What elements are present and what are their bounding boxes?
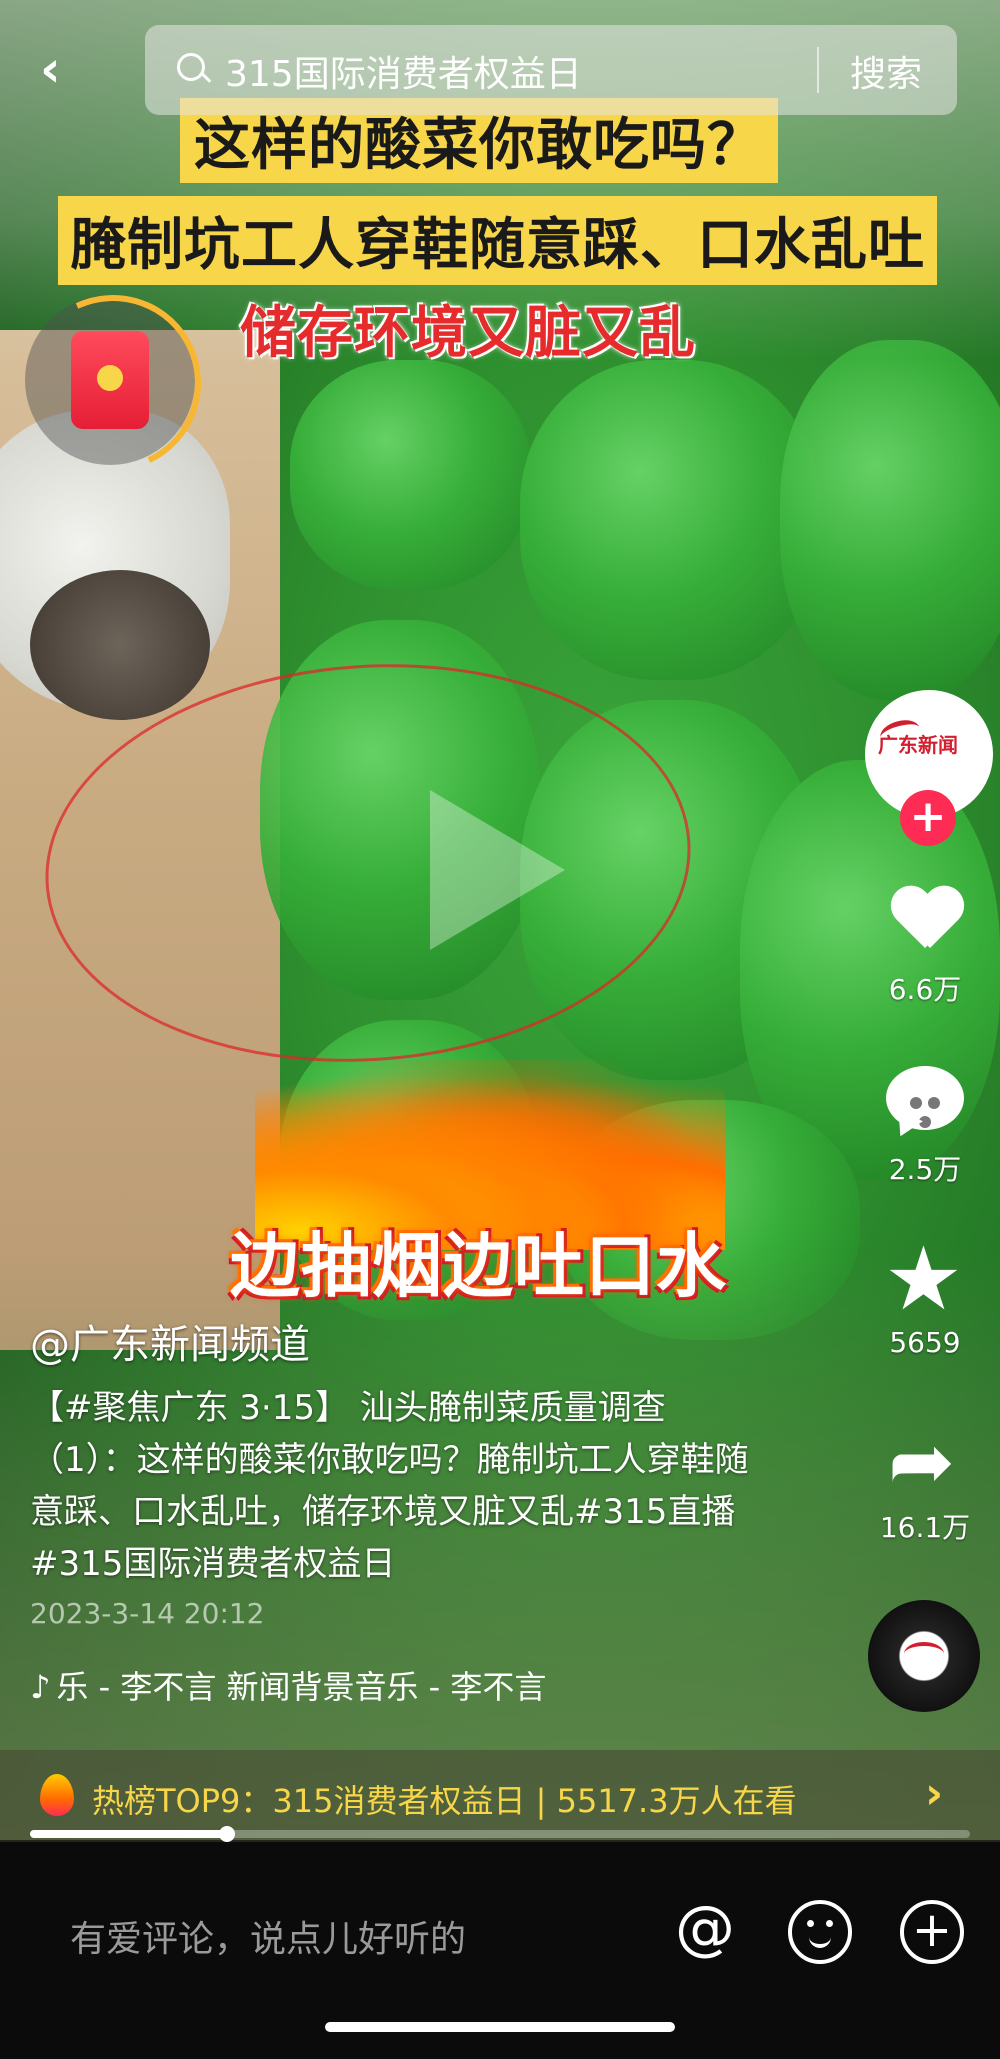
follow-button[interactable]: +: [900, 790, 956, 846]
caption-line-2: 腌制坑工人穿鞋随意踩、口水乱吐: [58, 196, 937, 285]
video-leaf: [780, 340, 1000, 700]
comment-icon: [886, 1066, 964, 1130]
comment-count: 2.5万: [888, 1153, 962, 1186]
heart-icon: [890, 888, 960, 950]
fire-icon: [40, 1774, 74, 1816]
play-icon[interactable]: [430, 790, 565, 950]
video-leaf: [520, 360, 820, 680]
like-count: 6.6万: [888, 973, 962, 1006]
search-button[interactable]: 搜索: [850, 45, 922, 97]
star-icon: ★: [884, 1227, 963, 1330]
music-note-icon: ♪: [30, 1668, 51, 1706]
emoji-icon[interactable]: [788, 1900, 852, 1964]
video-shoe: [30, 570, 210, 720]
red-packet-coin: [97, 365, 123, 391]
comment-button[interactable]: 2.5万: [860, 1060, 990, 1188]
share-icon: ➦: [888, 1415, 956, 1508]
music-disc-icon[interactable]: [868, 1600, 980, 1712]
creator-handle[interactable]: @广东新闻频道: [30, 1312, 310, 1370]
favorite-button[interactable]: ★ 5659: [860, 1227, 990, 1360]
favorite-count: 5659: [889, 1326, 961, 1359]
at-icon[interactable]: @: [675, 1898, 735, 1958]
caption-line-4: 边抽烟边吐口水: [230, 1225, 727, 1307]
post-date: 2023-3-14 20:12: [30, 1597, 265, 1630]
plus-icon[interactable]: +: [900, 1900, 964, 1964]
comment-input[interactable]: 有爱评论，说点儿好听的: [70, 1910, 466, 1962]
search-input[interactable]: 315国际消费者权益日: [225, 45, 582, 97]
video-progress-bar[interactable]: [30, 1826, 970, 1842]
red-packet-widget[interactable]: [0, 270, 226, 496]
back-icon[interactable]: ‹: [40, 44, 90, 94]
search-icon: [177, 53, 205, 81]
post-description: 【#聚焦广东 3·15】 汕头腌制菜质量调查（1）：这样的酸菜你敢吃吗？腌制坑工…: [30, 1388, 749, 1584]
chevron-right-icon: ›: [925, 1768, 944, 1819]
top-bar: ‹ 315国际消费者权益日 搜索: [0, 20, 1000, 120]
action-sidebar: 广东新闻 + 6.6万 2.5万 ★ 5659 ➦ 16.1万: [860, 690, 1000, 1770]
share-button[interactable]: ➦ 16.1万: [860, 1418, 990, 1546]
music-title: 乐 - 李不言 新闻背景音乐 - 李不言: [56, 1668, 547, 1706]
search-divider: [817, 47, 819, 93]
video-progress-fill: [30, 1830, 228, 1838]
video-leaf: [290, 360, 530, 590]
share-count: 16.1万: [879, 1511, 971, 1544]
like-button[interactable]: 6.6万: [860, 880, 990, 1008]
comment-bar: 有爱评论，说点儿好听的 @ +: [0, 1842, 1000, 2059]
hot-list-banner[interactable]: 热榜TOP9：315消费者权益日 | 5517.3万人在看 ›: [0, 1750, 1000, 1842]
home-indicator: [325, 2022, 675, 2032]
search-bar[interactable]: 315国际消费者权益日 搜索: [145, 25, 957, 115]
music-info[interactable]: ♪ 乐 - 李不言 新闻背景音乐 - 李不言: [30, 1662, 620, 1708]
caption-line-3: 储存环境又脏又乱: [240, 301, 696, 366]
hot-list-text: 热榜TOP9：315消费者权益日 | 5517.3万人在看: [92, 1782, 797, 1820]
creator-logo-text: 广东新闻: [878, 733, 958, 757]
